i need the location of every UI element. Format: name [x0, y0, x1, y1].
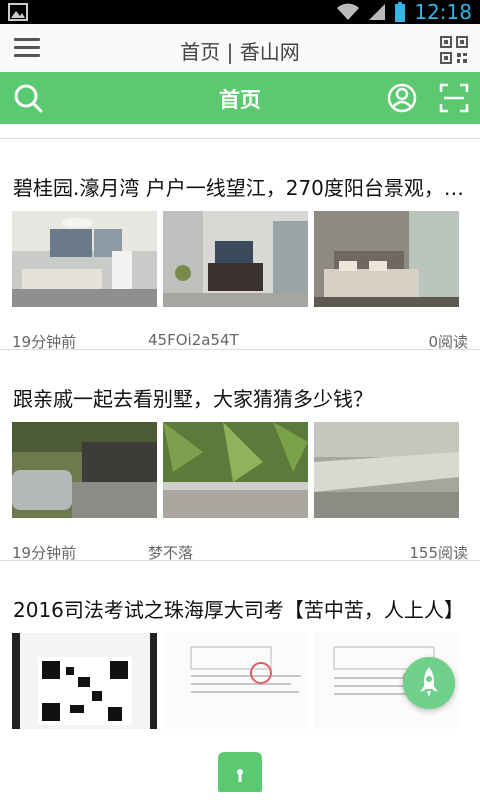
- app-title-bar: 首页 | 香山网: [0, 24, 480, 73]
- article-thumbnails: [12, 633, 468, 729]
- article-headline[interactable]: 碧桂园.濠月湾 户户一线望江，270度阳台景观，精装修: [13, 172, 469, 201]
- image-notification-icon: [8, 3, 28, 21]
- rocket-icon: [420, 667, 438, 697]
- divider: [0, 349, 480, 350]
- article-thumbnail[interactable]: [163, 211, 308, 307]
- nav-bar: 首页: [0, 72, 480, 124]
- page-title: 首页 | 香山网: [180, 40, 300, 64]
- rocket-fab-button[interactable]: [403, 657, 455, 709]
- status-time: 12:18: [414, 0, 472, 24]
- article-thumbnail[interactable]: [314, 211, 459, 307]
- divider: [0, 138, 480, 139]
- article-thumbnail[interactable]: [12, 633, 157, 729]
- status-bar: 12:18: [0, 0, 480, 24]
- qr-code-icon[interactable]: [440, 36, 468, 64]
- tab-icon: [237, 769, 243, 782]
- article-author[interactable]: 45FOi2a54T: [148, 331, 239, 349]
- article-thumbnail[interactable]: [12, 211, 157, 307]
- article-thumbnails: [12, 211, 468, 307]
- article-thumbnail[interactable]: [12, 422, 157, 518]
- user-icon[interactable]: [386, 82, 418, 114]
- article-headline[interactable]: 2016司法考试之珠海厚大司考【苦中苦，人上人】: [13, 594, 469, 623]
- article-thumbnails: [12, 422, 468, 518]
- article-thumbnail[interactable]: [314, 422, 459, 518]
- battery-icon: [395, 2, 406, 22]
- article-headline[interactable]: 跟亲戚一起去看别墅，大家猜猜多少钱？: [13, 383, 469, 412]
- article-thumbnail[interactable]: [163, 633, 308, 729]
- article-thumbnail[interactable]: [163, 422, 308, 518]
- wifi-icon: [337, 3, 360, 20]
- signal-icon: [369, 4, 386, 20]
- divider: [0, 560, 480, 561]
- scan-icon[interactable]: [438, 82, 470, 114]
- bottom-tab-button[interactable]: [218, 752, 262, 792]
